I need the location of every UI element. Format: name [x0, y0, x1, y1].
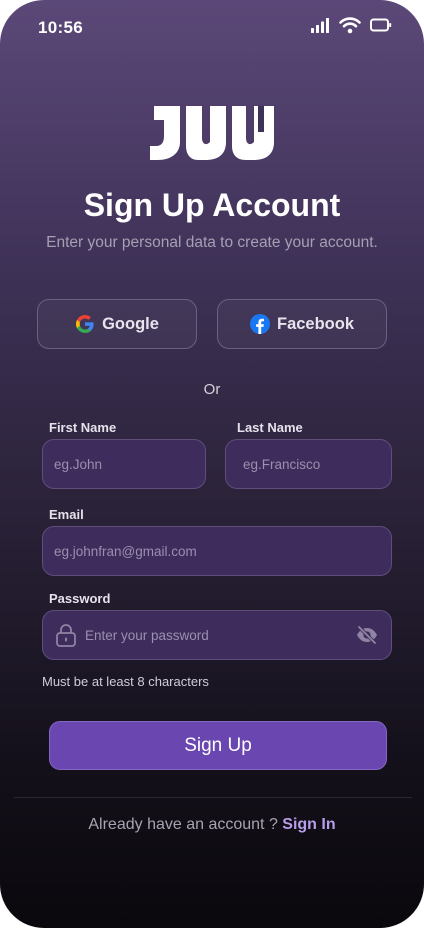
email-label: Email: [49, 507, 84, 522]
first-name-input[interactable]: [54, 456, 205, 472]
password-hint: Must be at least 8 characters: [42, 674, 209, 689]
google-signin-button[interactable]: Google: [37, 299, 197, 349]
last-name-input[interactable]: [243, 456, 391, 472]
first-name-field[interactable]: [42, 439, 206, 489]
password-label: Password: [49, 591, 111, 606]
facebook-signin-button[interactable]: Facebook: [217, 299, 387, 349]
password-input[interactable]: [85, 627, 349, 643]
lock-icon: [56, 624, 76, 647]
sign-in-link[interactable]: Sign In: [282, 816, 335, 833]
or-separator: Or: [203, 381, 221, 398]
google-label: Google: [102, 314, 159, 333]
last-name-field[interactable]: [225, 439, 392, 489]
brand-logo: [150, 106, 274, 160]
sign-up-button[interactable]: Sign Up: [49, 721, 387, 770]
email-input[interactable]: [54, 543, 391, 559]
page-subtitle: Enter your personal data to create your …: [46, 234, 378, 251]
signal-icon: [311, 18, 329, 33]
password-field[interactable]: [42, 610, 392, 660]
facebook-label: Facebook: [276, 314, 355, 333]
facebook-icon: [249, 314, 270, 334]
signin-prompt-text: Already have an account ?: [88, 816, 283, 833]
google-icon: [76, 314, 94, 333]
wifi-icon: [339, 17, 361, 34]
status-time: 10:56: [38, 18, 83, 37]
email-field[interactable]: [42, 526, 392, 576]
page-title: Sign Up Account: [83, 187, 341, 223]
footer-divider: [14, 797, 412, 798]
first-name-label: First Name: [49, 420, 117, 435]
status-icons: [310, 16, 392, 34]
battery-icon: [370, 18, 392, 32]
phone-screen: 10:56 Sign Up Account Enter your persona…: [0, 0, 424, 928]
eye-off-icon[interactable]: [355, 625, 379, 645]
signin-prompt: Already have an account ? Sign In: [0, 816, 424, 834]
last-name-label: Last Name: [237, 420, 303, 435]
